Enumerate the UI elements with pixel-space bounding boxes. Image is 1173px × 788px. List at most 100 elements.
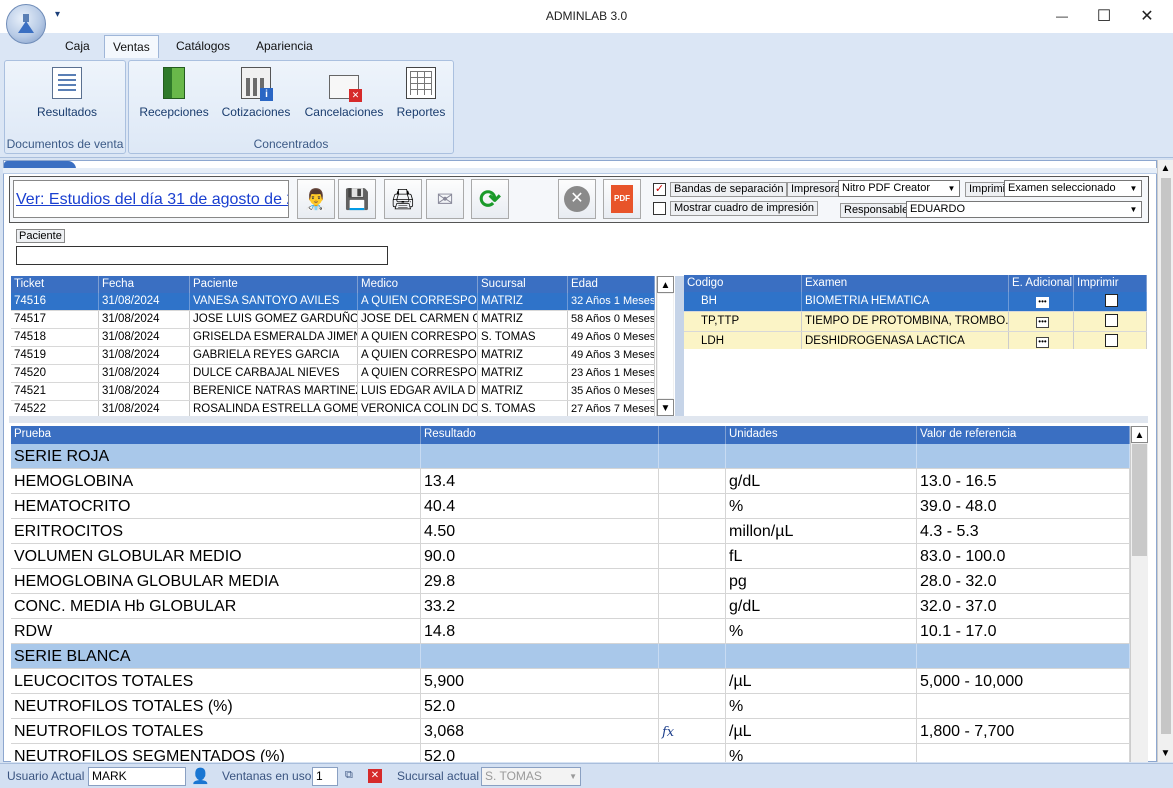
ticket-row[interactable]: 74520 31/08/2024 DULCE CARBAJAL NIEVES A QU… [11,365,655,383]
ellipsis-button[interactable]: ••• [1036,337,1049,348]
scroll-down-icon[interactable]: ▼ [657,399,674,416]
ellipsis-button[interactable]: ••• [1036,317,1049,328]
result-row[interactable]: NEUTROFILOS TOTALES 3,068 fx/µL 1,800 - 7,7… [11,719,1130,744]
ticket-row[interactable]: 74521 31/08/2024 BERENICE NATRAS MARTINEZ L… [11,383,655,401]
result-row[interactable]: NEUTROFILOS TOTALES (%) 52.0% [11,694,1130,719]
minimize-button[interactable]: — [1042,3,1082,29]
imprimir-checkbox[interactable] [1105,334,1118,347]
user-icon[interactable]: 👤 [191,767,210,785]
result-row[interactable]: HEMATOCRITO 40.4% 39.0 - 48.0 [11,494,1130,519]
imprimir-select[interactable]: Examen seleccionado ▼ [1004,180,1142,197]
windows-icon[interactable]: ⧉ [345,769,353,782]
col-paciente[interactable]: Paciente [190,276,358,293]
result-cell-resultado[interactable]: 14.8 [421,619,659,643]
resultados-button[interactable]: Resultados [31,67,103,119]
result-cell-resultado[interactable]: 29.8 [421,569,659,593]
col-edad[interactable]: Edad [568,276,655,293]
scroll-thumb[interactable] [1132,444,1147,556]
tab-apariencia[interactable]: Apariencia [256,39,313,53]
window-scroll-thumb[interactable] [1161,178,1171,734]
col-resultado[interactable]: Resultado [421,426,659,444]
result-cell-resultado[interactable]: 52.0 [421,694,659,718]
impresora-select[interactable]: Nitro PDF Creator ▼ [838,180,960,197]
exam-row[interactable]: TP,TTP TIEMPO DE PROTOMBINA, TROMBO... ••• [684,312,1147,332]
serie-row[interactable]: SERIE ROJA [11,444,1130,469]
result-row[interactable]: NEUTROFILOS SEGMENTADOS (%) 52.0% [11,744,1130,762]
horizontal-splitter[interactable] [9,416,1148,423]
exam-row[interactable]: BH BIOMETRIA HEMATICA ••• [684,292,1147,312]
col-prueba[interactable]: Prueba [11,426,421,444]
cotizaciones-button[interactable]: Cotizaciones [219,67,293,119]
paciente-input[interactable] [16,246,388,265]
cancel-button[interactable]: ✕ [558,179,596,219]
imprimir-checkbox[interactable] [1105,294,1118,307]
result-row[interactable]: RDW 14.8% 10.1 - 17.0 [11,619,1130,644]
refresh-button[interactable]: ⟳ [471,179,509,219]
col-ticket[interactable]: Ticket [11,276,99,293]
close-windows-icon[interactable]: ✕ [368,769,382,783]
col-unidades[interactable]: Unidades [726,426,917,444]
result-cell-resultado[interactable]: 33.2 [421,594,659,618]
send-button[interactable]: ✉ [426,179,464,219]
col-fecha[interactable]: Fecha [99,276,190,293]
sucursal-select[interactable]: S. TOMAS ▼ [481,767,581,786]
vertical-splitter[interactable] [675,276,684,416]
scroll-down-icon[interactable]: ▼ [1158,745,1173,762]
scroll-track[interactable] [658,294,673,398]
print-button[interactable]: 🖨 [384,179,422,219]
ticket-row[interactable]: 74516 31/08/2024 VANESA SANTOYO AVILES A QU… [11,293,655,311]
result-cell-resultado[interactable]: 90.0 [421,544,659,568]
result-cell-resultado[interactable]: 40.4 [421,494,659,518]
recepciones-button[interactable]: Recepciones [137,67,211,119]
results-scrollbar[interactable]: ▲ [1130,426,1148,762]
cancelaciones-button[interactable]: Cancelaciones [301,67,387,119]
window-scrollbar[interactable]: ▲ ▼ [1157,160,1173,762]
result-row[interactable]: HEMOGLOBINA 13.4 g/dL 13.0 - 16.5 [11,469,1130,494]
save-button[interactable]: 💾 [338,179,376,219]
scroll-up-icon[interactable]: ▲ [1158,160,1173,177]
responsable-select[interactable]: EDUARDO ▼ [906,201,1142,218]
col-examen[interactable]: Examen [802,275,1009,292]
scroll-up-icon[interactable]: ▲ [657,276,674,293]
close-button[interactable]: ✕ [1127,3,1167,29]
result-cell-resultado[interactable]: 52.0 [421,744,659,762]
result-row[interactable]: VOLUMEN GLOBULAR MEDIO 90.0 fL 83.0 - 100.0 [11,544,1130,569]
result-row[interactable]: HEMOGLOBINA GLOBULAR MEDIA 29.8 pg 28.0 - 3… [11,569,1130,594]
imprimir-checkbox[interactable] [1105,314,1118,327]
result-cell-resultado[interactable]: 4.50 [421,519,659,543]
tab-ventas[interactable]: Ventas [104,35,159,59]
col-referencia[interactable]: Valor de referencia [917,426,1130,444]
date-selector-link[interactable]: Ver: Estudios del día 31 de agosto de 20… [13,180,289,218]
bandas-checkbox[interactable]: ✓ [653,183,666,196]
result-cell-resultado[interactable] [421,444,659,468]
col-sucursal[interactable]: Sucursal [478,276,568,293]
mostrar-checkbox[interactable] [653,202,666,215]
col-imprimir[interactable]: Imprimir [1074,275,1147,292]
app-menu-button[interactable] [6,4,46,44]
pdf-button[interactable]: PDF [603,179,641,219]
col-codigo[interactable]: Codigo [684,275,802,292]
result-cell-resultado[interactable]: 13.4 [421,469,659,493]
result-row[interactable]: ERITROCITOS 4.50 millon/µL 4.3 - 5.3 [11,519,1130,544]
ellipsis-button[interactable]: ••• [1036,297,1049,308]
serie-row[interactable]: SERIE BLANCA [11,644,1130,669]
doctor-button[interactable]: 👨‍⚕️ [297,179,335,219]
ticket-row[interactable]: 74517 31/08/2024 JOSE LUIS GOMEZ GARDUÑO JO… [11,311,655,329]
result-cell-resultado[interactable]: 5,900 [421,669,659,693]
tickets-scrollbar[interactable]: ▲ ▼ [656,276,674,416]
scroll-up-icon[interactable]: ▲ [1131,426,1148,443]
tab-caja[interactable]: Caja [65,39,90,53]
maximize-button[interactable]: ☐ [1084,3,1124,29]
result-cell-resultado[interactable]: 3,068 [421,719,659,743]
tab-catalogos[interactable]: Catálogos [176,39,230,53]
ticket-row[interactable]: 74519 31/08/2024 GABRIELA REYES GARCIA A QU… [11,347,655,365]
result-row[interactable]: CONC. MEDIA Hb GLOBULAR 33.2 g/dL 32.0 - 37… [11,594,1130,619]
result-cell-resultado[interactable] [421,644,659,668]
ticket-row[interactable]: 7451831/08/2024GRISELDA ESMERALDA JIMENE… [11,329,655,347]
reportes-button[interactable]: Reportes [391,67,451,119]
col-medico[interactable]: Medico [358,276,478,293]
group-label-documentos: Documentos de venta [6,137,124,151]
col-e-adicional[interactable]: E. Adicional [1009,275,1074,292]
result-row[interactable]: LEUCOCITOS TOTALES 5,900/µL 5,000 - 10,000 [11,669,1130,694]
col-formula[interactable] [659,426,726,444]
